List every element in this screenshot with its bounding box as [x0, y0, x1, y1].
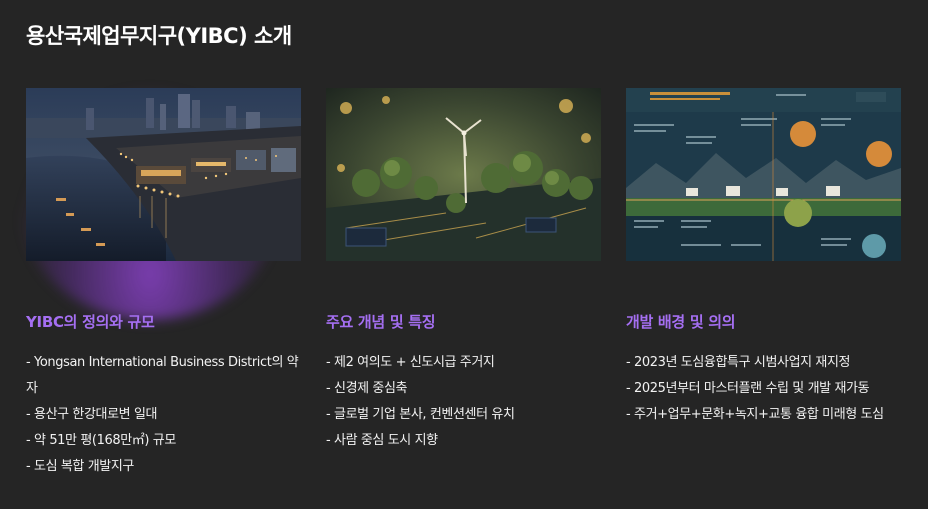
card-heading: 주요 개념 및 특징 [326, 313, 436, 331]
list-item: - 2023년 도심융합특구 시범사업지 재지정 [626, 355, 851, 370]
card-heading: 개발 배경 및 의의 [626, 313, 736, 331]
card-bullet-list: - Yongsan International Business Distric… [26, 350, 302, 480]
city-night-image [26, 88, 301, 261]
list-item: - 용산구 한강대로변 일대 [26, 407, 158, 422]
card-definition: YIBC의 정의와 규모 - Yongsan International Bus… [26, 88, 302, 480]
card-features: 주요 개념 및 특징 - 제2 여의도 + 신도시급 주거지 - 신경제 중심축… [326, 88, 602, 454]
list-item: - 도심 복합 개발지구 [26, 459, 134, 474]
list-item: - 제2 여의도 + 신도시급 주거지 [326, 355, 495, 370]
card-background: 개발 배경 및 의의 - 2023년 도심융합특구 시범사업지 재지정 - 20… [626, 88, 902, 428]
list-item: - 약 51만 평(168만㎡) 규모 [26, 433, 176, 448]
card-heading: YIBC의 정의와 규모 [26, 313, 155, 331]
list-item: - 신경제 중심축 [326, 381, 408, 396]
list-item: - 사람 중심 도시 지향 [326, 433, 438, 448]
infographic-image [626, 88, 901, 261]
list-item: - 2025년부터 마스터플랜 수립 및 개발 재가동 [626, 381, 870, 396]
list-item: - 글로벌 기업 본사, 컨벤션센터 유치 [326, 407, 515, 422]
list-item: - 주거+업무+문화+녹지+교통 융합 미래형 도심 [626, 407, 884, 422]
page-title: 용산국제업무지구(YIBC) 소개 [26, 24, 292, 48]
list-item: - Yongsan International Business Distric… [26, 355, 299, 396]
card-bullet-list: - 2023년 도심융합특구 시범사업지 재지정 - 2025년부터 마스터플랜… [626, 350, 902, 428]
green-tech-image [326, 88, 601, 261]
card-bullet-list: - 제2 여의도 + 신도시급 주거지 - 신경제 중심축 - 글로벌 기업 본… [326, 350, 602, 454]
